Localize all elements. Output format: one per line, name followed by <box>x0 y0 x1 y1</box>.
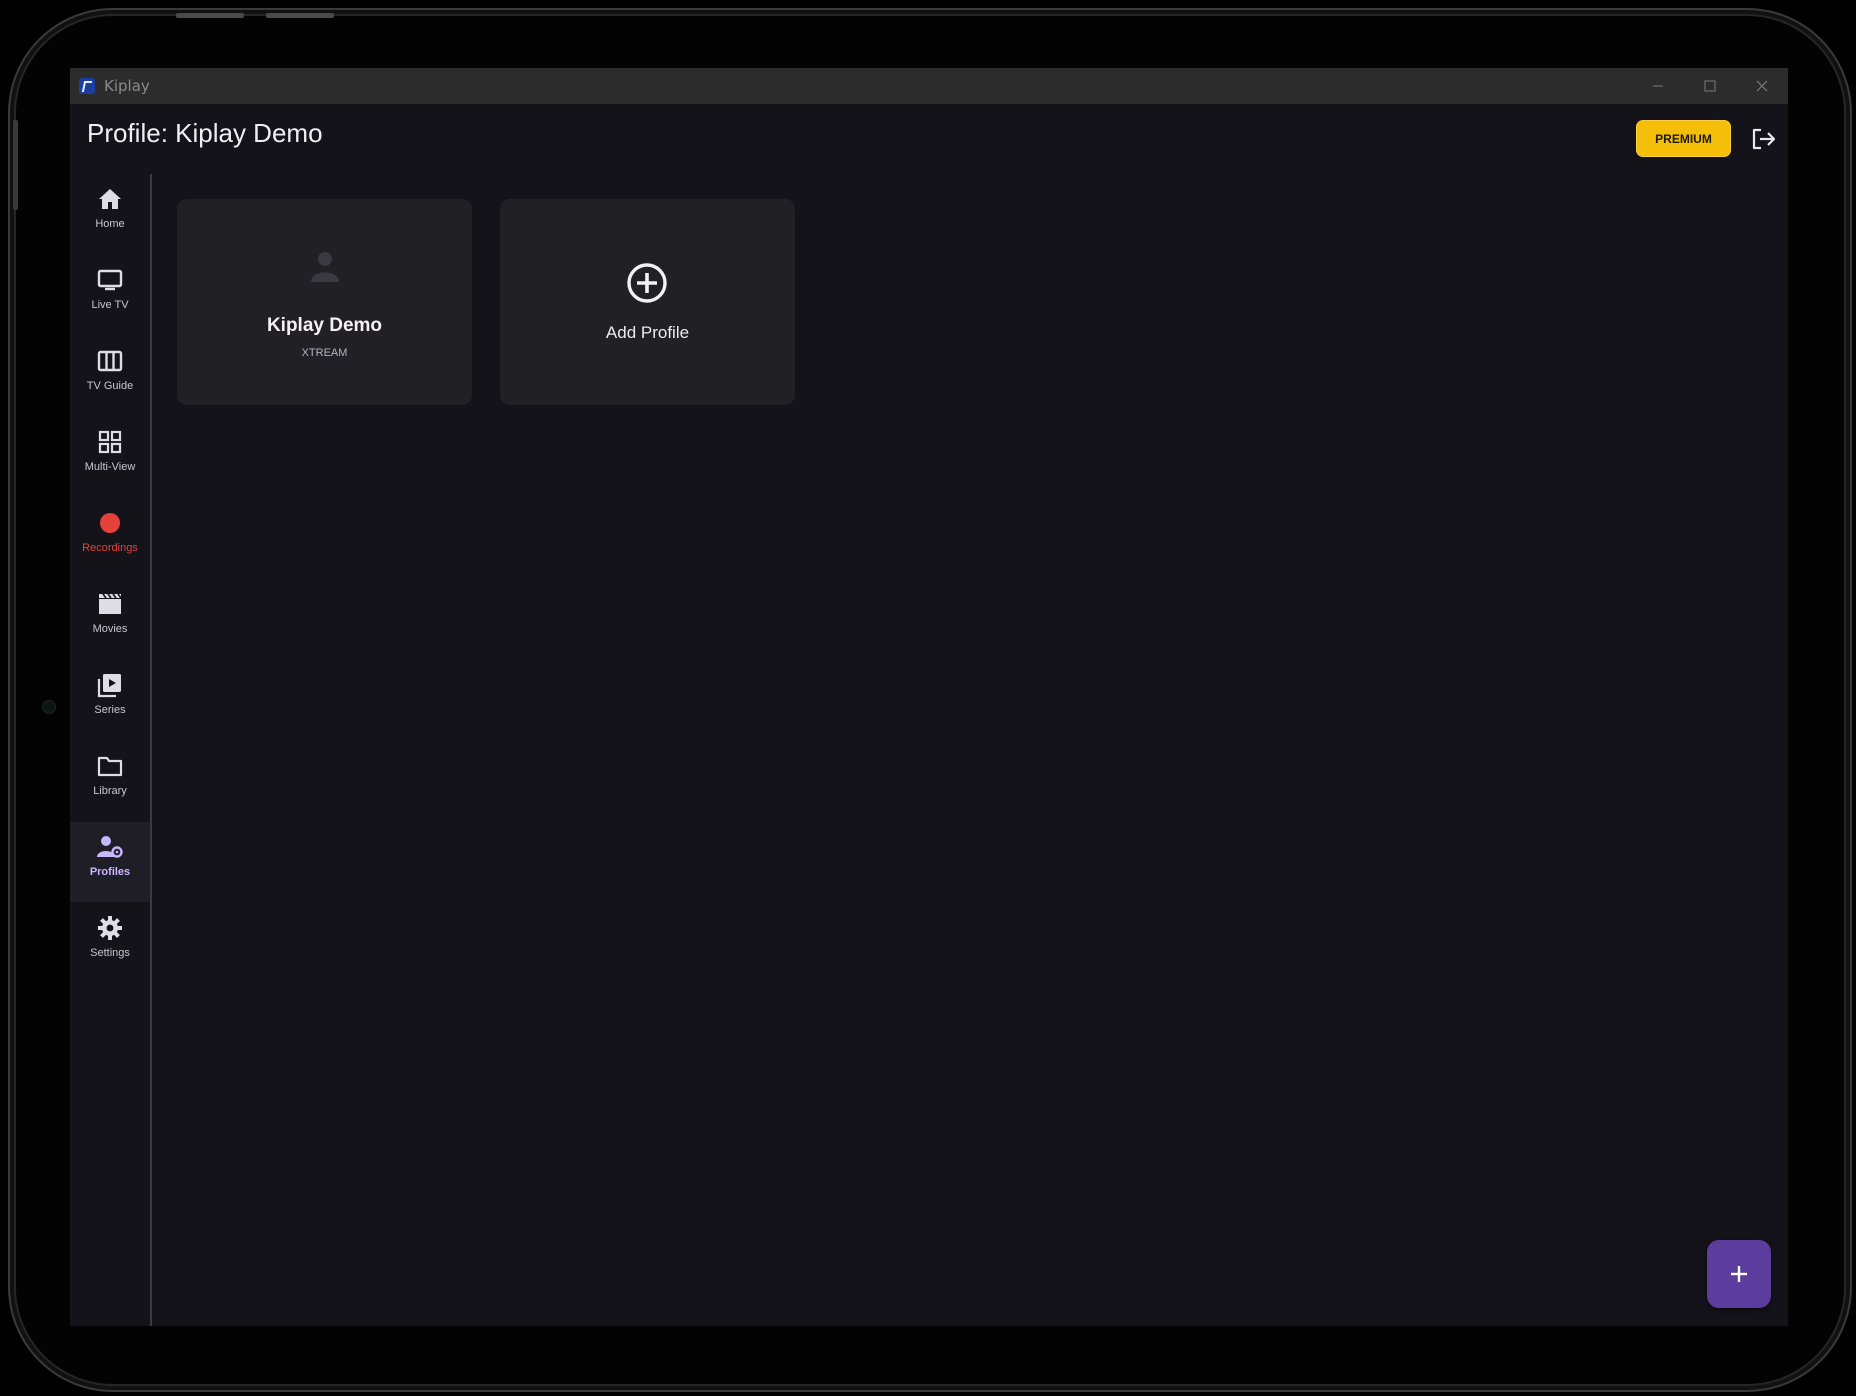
sidebar-item-settings[interactable]: Settings <box>70 903 150 983</box>
profile-name: Kiplay Demo <box>266 315 383 336</box>
top-button <box>176 13 244 18</box>
side-button <box>13 120 18 210</box>
window-controls <box>1632 68 1788 104</box>
home-icon <box>98 184 122 214</box>
sidebar-item-label: Settings <box>90 947 130 959</box>
close-button[interactable] <box>1736 68 1788 104</box>
sidebar-item-label: Series <box>94 704 126 716</box>
series-icon <box>97 670 123 700</box>
profile-card[interactable]: Kiplay Demo XTREAM <box>177 199 472 405</box>
sidebar-item-movies[interactable]: Movies <box>70 579 150 659</box>
sidebar-item-tv-guide[interactable]: TV Guide <box>70 336 150 416</box>
sidebar-item-label: Profiles <box>89 866 131 878</box>
camera-icon <box>42 700 56 714</box>
sidebar-item-label: TV Guide <box>86 380 134 392</box>
sidebar-item-live-tv[interactable]: Live TV <box>70 255 150 335</box>
tv-icon <box>97 265 123 295</box>
premium-button[interactable]: PREMIUM <box>1636 120 1731 157</box>
profiles-icon <box>96 832 124 862</box>
title-bar: Kiplay <box>70 68 1788 104</box>
minimize-button[interactable] <box>1632 68 1684 104</box>
sidebar-item-label: Multi-View <box>84 461 136 473</box>
close-icon <box>1756 80 1768 92</box>
minimize-icon <box>1653 85 1663 87</box>
app-window: Kiplay Profile: Kiplay Demo PREMIUM Home… <box>70 68 1788 1326</box>
person-icon <box>308 249 342 287</box>
logout-icon <box>1752 128 1776 150</box>
add-fab-button[interactable] <box>1707 1240 1771 1308</box>
app-logo-icon <box>79 78 95 94</box>
sidebar-item-home[interactable]: Home <box>70 174 150 254</box>
record-icon <box>99 508 121 538</box>
top-button <box>266 13 334 18</box>
movies-icon <box>97 589 123 619</box>
plus-icon <box>1731 1266 1747 1282</box>
folder-icon <box>97 751 123 781</box>
add-profile-card[interactable]: Add Profile <box>500 199 795 405</box>
profile-type: XTREAM <box>301 347 348 359</box>
sidebar-item-label: Home <box>95 218 125 230</box>
sidebar-divider <box>150 174 152 1326</box>
settings-icon <box>97 913 123 943</box>
page-title: Profile: Kiplay Demo <box>87 118 323 148</box>
sidebar-item-label: Library <box>93 785 127 797</box>
sidebar-item-recordings[interactable]: Recordings <box>70 498 150 578</box>
sidebar-item-profiles[interactable]: Profiles <box>70 822 150 902</box>
maximize-icon <box>1704 80 1716 92</box>
sidebar-item-series[interactable]: Series <box>70 660 150 740</box>
sidebar-item-library[interactable]: Library <box>70 741 150 821</box>
multi-view-icon <box>98 427 122 457</box>
app-header: Profile: Kiplay Demo PREMIUM <box>70 104 1788 174</box>
sidebar-item-label: Movies <box>92 623 128 635</box>
add-circle-icon <box>626 262 668 308</box>
add-profile-label: Add Profile <box>605 323 690 342</box>
sidebar: Home Live TV TV Guide Multi-View Recordi… <box>70 174 150 1326</box>
logout-button[interactable] <box>1749 124 1779 154</box>
sidebar-item-label: Live TV <box>91 299 129 311</box>
window-title: Kiplay <box>104 77 150 95</box>
maximize-button[interactable] <box>1684 68 1736 104</box>
sidebar-item-multi-view[interactable]: Multi-View <box>70 417 150 497</box>
sidebar-item-label: Recordings <box>82 542 138 554</box>
tv-guide-icon <box>97 346 123 376</box>
